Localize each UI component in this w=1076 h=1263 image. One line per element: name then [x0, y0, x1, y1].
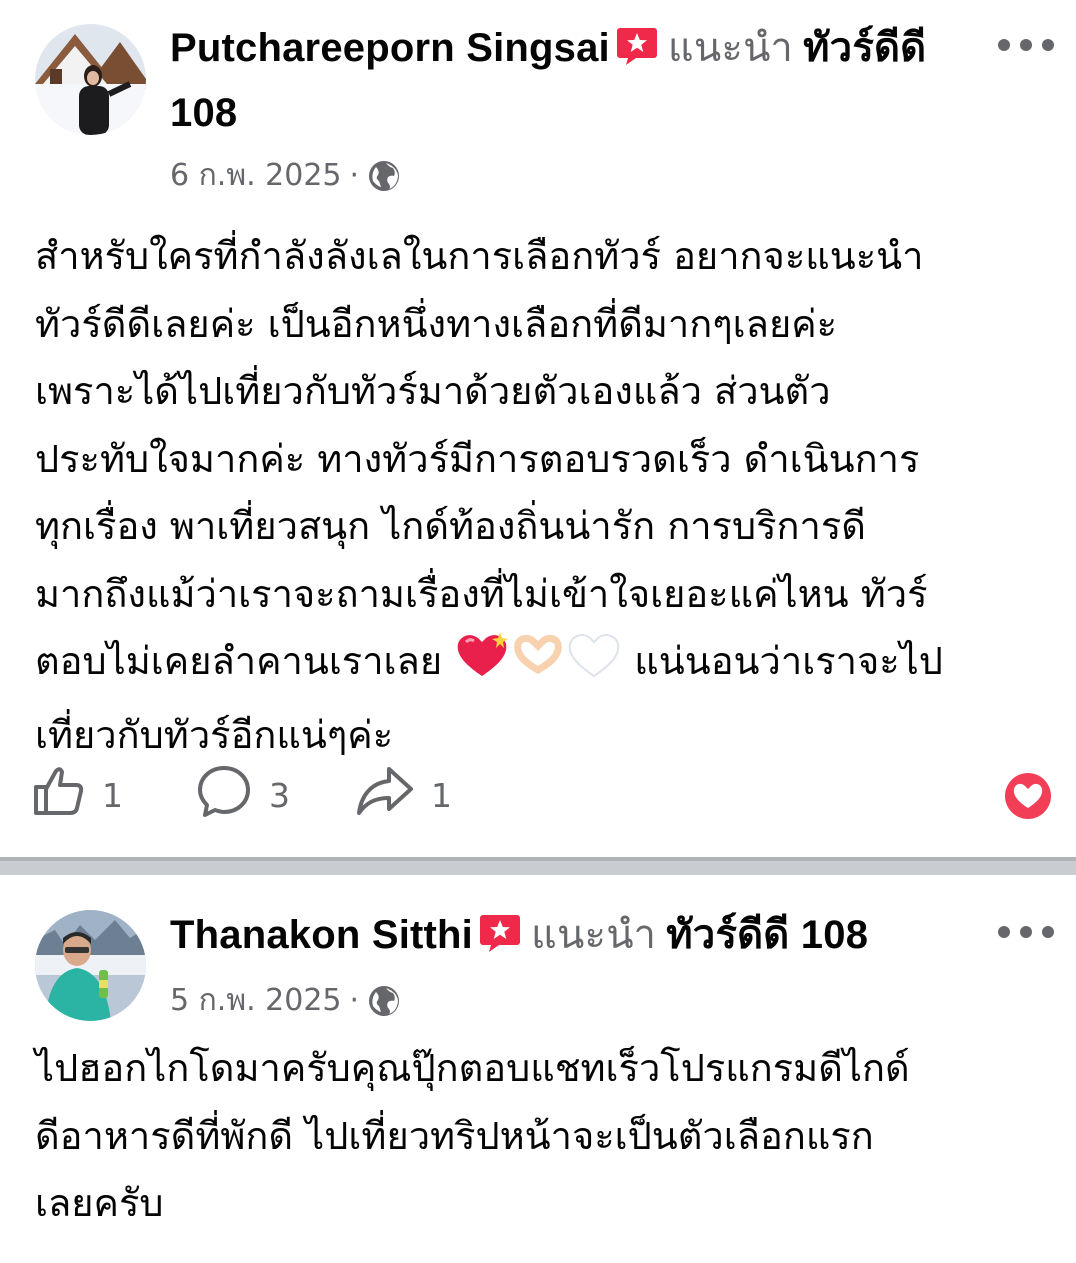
share-arrow-icon [355, 763, 415, 827]
text-line: ทุกเรื่อง พาเที่ยวสนุก ไกด์ท้องถิ่นน่ารั… [35, 504, 866, 548]
post-date[interactable]: 6 ก.พ. 2025 [170, 156, 342, 196]
public-globe-icon [367, 159, 401, 193]
recommends-label: แนะนำ [531, 913, 657, 957]
text-line: มากถึงแม้ว่าเราจะถามเรื่องที่ไม่เข้าใจเย… [35, 571, 928, 616]
recommend-badge-icon [616, 23, 658, 83]
text-line: เพราะได้ไปเที่ยวกับทัวร์มาด้วยตัวเองแล้ว… [35, 369, 831, 413]
public-globe-icon [367, 984, 401, 1018]
share-count: 1 [431, 775, 452, 815]
white-heart-emoji [566, 630, 622, 702]
text-line: ไปฮอกไกโดมาครับคุณปุ๊กตอบแชทเร็วโปรแกรมด… [35, 1046, 910, 1090]
author-avatar[interactable] [35, 910, 146, 1021]
share-button[interactable]: 1 [355, 765, 452, 825]
post-divider [0, 857, 1076, 875]
post-meta: 6 ก.พ. 2025 · [170, 156, 401, 196]
post-card: Putchareeporn Singsai แนะนำ ทัวร์ดีดี 108 … [0, 0, 1076, 857]
comment-count: 3 [269, 775, 290, 815]
text-line-tail: แน่นอนว่าเราจะไป [634, 639, 943, 683]
text-line: ดีอาหารดีที่พักดี ไปเที่ยวทริปหน้าจะเป็น… [35, 1113, 874, 1158]
text-line: เลยครับ [35, 1181, 164, 1225]
recommends-label: แนะนำ [667, 26, 794, 70]
post-header: Thanakon Sitthi แนะนำ ทัวร์ดีดี 108 [170, 905, 970, 970]
author-name[interactable]: Thanakon Sitthi [170, 913, 473, 957]
meta-separator: · [349, 158, 360, 193]
text-line: ประทับใจมากค่ะ ทางทัวร์มีการตอบรวดเร็ว ด… [35, 436, 920, 481]
post-card: Thanakon Sitthi แนะนำ ทัวร์ดีดี 108 5 ก.พ.… [0, 875, 1076, 1263]
author-avatar[interactable] [35, 24, 146, 135]
text-line: สำหรับใครที่กำลังลังเลในการเลือกทัวร์ อย… [35, 234, 924, 278]
recommend-badge-icon [479, 910, 521, 970]
thumbs-up-icon [30, 763, 86, 827]
comment-button[interactable]: 3 [195, 765, 290, 825]
like-button[interactable]: 1 [30, 765, 123, 825]
post-meta: 5 ก.พ. 2025 · [170, 981, 401, 1021]
post-text: ไปฮอกไกโดมาครับคุณปุ๊กตอบแชทเร็วโปรแกรมด… [35, 1035, 1055, 1238]
more-options-icon[interactable] [998, 30, 1054, 60]
text-line: ทัวร์ดีดีเลยค่ะ เป็นอีกหนึ่งทางเลือกที่ด… [35, 301, 838, 346]
text-line: เที่ยวกับทัวร์อีกแน่ๆค่ะ [35, 712, 394, 757]
heart-hands-emoji [510, 630, 566, 702]
sparkling-heart-emoji [454, 630, 510, 702]
comment-bubble-icon [195, 763, 253, 827]
post-text: สำหรับใครที่กำลังลังเลในการเลือกทัวร์ อย… [35, 223, 1055, 769]
meta-separator: · [349, 983, 360, 1018]
text-line: ตอบไม่เคยลำคานเราเลย [35, 639, 443, 683]
page-name[interactable]: ทัวร์ดีดี 108 [666, 913, 868, 957]
like-count: 1 [102, 775, 123, 815]
author-name[interactable]: Putchareeporn Singsai [170, 26, 610, 70]
post-actions: 1 3 1 [30, 765, 1052, 825]
post-date[interactable]: 5 ก.พ. 2025 [170, 981, 342, 1021]
more-options-icon[interactable] [998, 917, 1054, 947]
love-reaction-icon[interactable] [1004, 772, 1052, 820]
post-header: Putchareeporn Singsai แนะนำ ทัวร์ดีดี 108 [170, 18, 970, 143]
